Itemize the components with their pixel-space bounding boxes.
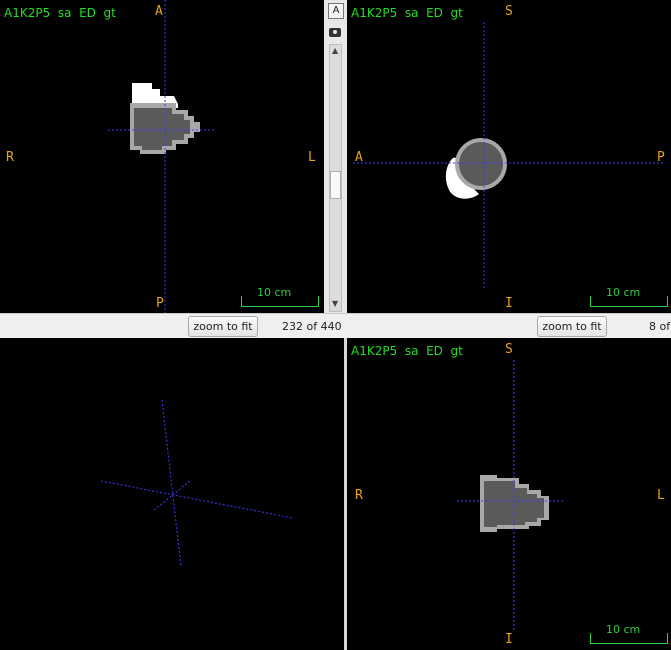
axial-slice-counter: 232 of 440 [282,320,342,333]
sagittal-scale-bar [590,296,668,307]
sagittal-control-bar: zoom to fit 8 of [347,313,671,338]
3d-view[interactable] [0,338,344,650]
coronal-orient-left: R [355,488,363,503]
axial-zoom-to-fit-button[interactable]: zoom to fit [188,316,258,337]
coronal-orient-right: L [657,488,665,503]
3d-axes [100,399,294,567]
sagittal-orient-left: A [355,150,363,165]
axial-image [108,0,215,313]
sagittal-orient-top: S [505,4,513,19]
coronal-scale-bar [590,633,668,644]
sagittal-title: A1K2P5 sa ED gt [351,6,463,20]
sagittal-zoom-to-fit-button[interactable]: zoom to fit [537,316,607,337]
axial-scale-bar [241,296,319,307]
axial-orient-right: L [308,150,316,165]
scrollbar-thumb[interactable] [330,171,341,199]
sagittal-slice-counter: 8 of [649,320,671,333]
scroll-down-icon[interactable]: ▼ [332,300,338,308]
axial-orient-top: A [155,4,163,19]
slice-scrollbar[interactable]: ▲ ▼ [329,44,342,312]
sagittal-orient-bottom: I [505,296,513,311]
axial-control-bar: zoom to fit 232 of 440 [0,313,347,338]
axial-title: A1K2P5 sa ED gt [4,6,116,20]
axial-orient-left: R [6,150,14,165]
scroll-up-icon[interactable]: ▲ [332,47,338,55]
coronal-orient-bottom: I [505,632,513,647]
coronal-image [457,360,565,630]
sagittal-view[interactable]: A1K2P5 sa ED gt S I A P 10 cm [347,0,671,313]
coronal-view[interactable]: A1K2P5 sa ED gt S I R L 10 cm [347,338,671,650]
coronal-title: A1K2P5 sa ED gt [351,344,463,358]
sagittal-orient-right: P [657,150,665,165]
axial-view[interactable]: A1K2P5 sa ED gt A P R L 10 cm [0,0,324,313]
axial-orient-bottom: P [156,296,164,311]
coronal-orient-top: S [505,342,513,357]
annotation-icon[interactable]: A [328,3,344,19]
sagittal-image [353,22,665,290]
view-toolbar: A ▲ ▼ [324,0,347,313]
camera-icon[interactable] [329,28,341,37]
